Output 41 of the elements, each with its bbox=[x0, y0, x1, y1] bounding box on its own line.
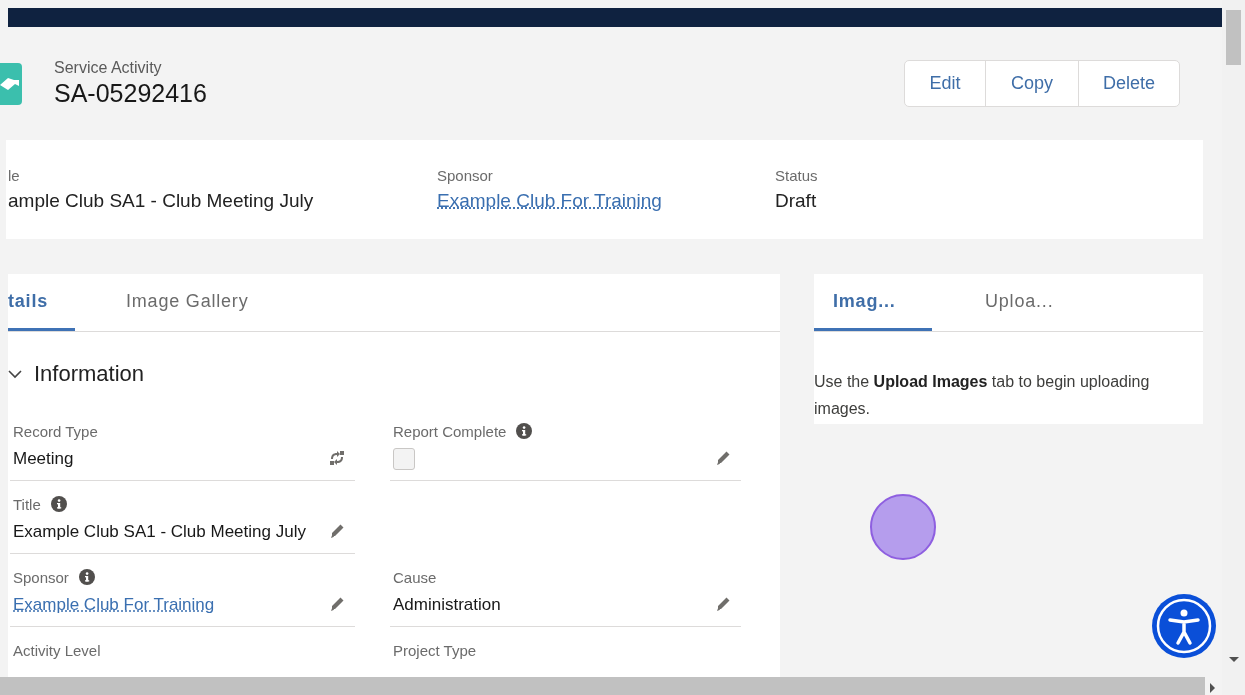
field-label: Record Type bbox=[13, 422, 98, 440]
sponsor-link[interactable]: Example Club For Training bbox=[13, 591, 215, 619]
field-label: Sponsor bbox=[13, 568, 69, 586]
pencil-icon[interactable] bbox=[715, 450, 731, 466]
action-button[interactable]: Copy bbox=[985, 61, 1078, 106]
action-button[interactable]: Edit bbox=[905, 61, 985, 106]
field-value: Meeting bbox=[13, 448, 74, 470]
field-label: Cause bbox=[393, 568, 437, 586]
section-title[interactable]: Information bbox=[34, 361, 145, 387]
horizontal-scrollbar[interactable] bbox=[0, 677, 1205, 695]
pencil-icon[interactable] bbox=[329, 596, 345, 612]
field-label: Activity Level bbox=[13, 641, 101, 659]
field-label: Title bbox=[13, 495, 41, 513]
checkbox[interactable] bbox=[393, 448, 415, 470]
field-label: Report Complete bbox=[393, 422, 507, 440]
tab[interactable]: Imag... bbox=[814, 274, 932, 331]
chevron-icon[interactable] bbox=[8, 367, 22, 381]
accessibility-icon[interactable] bbox=[1152, 594, 1216, 658]
info-message: Use the Upload Images tab to begin uploading images. bbox=[814, 372, 1151, 419]
field-label: Project Type bbox=[393, 641, 477, 659]
pencil-icon[interactable] bbox=[329, 523, 345, 539]
tab[interactable]: Uploa... bbox=[966, 274, 1084, 331]
info-icon[interactable] bbox=[78, 569, 95, 585]
change-record-type-icon[interactable] bbox=[329, 450, 345, 466]
tab[interactable]: Image Gallery bbox=[126, 274, 326, 331]
action-button[interactable]: Delete bbox=[1078, 61, 1179, 106]
highlight-value: ample Club SA1 - Club Meeting July bbox=[8, 190, 315, 212]
tab[interactable]: tails bbox=[8, 274, 75, 331]
sponsor-link[interactable]: Example Club For Training bbox=[437, 190, 662, 211]
highlight-label: le bbox=[8, 167, 21, 184]
highlight-label: Sponsor bbox=[437, 167, 494, 184]
pencil-icon[interactable] bbox=[715, 596, 731, 612]
info-icon[interactable] bbox=[516, 423, 533, 439]
field-value: Administration bbox=[393, 594, 501, 616]
highlight-value: Draft bbox=[775, 190, 818, 212]
highlight-label: Status bbox=[775, 167, 819, 184]
object-type-label: Service Activity bbox=[54, 59, 163, 77]
info-icon[interactable] bbox=[50, 496, 67, 512]
scroll-right-icon[interactable] bbox=[1210, 683, 1215, 693]
record-name: SA-05292416 bbox=[54, 79, 207, 108]
field-value: Example Club SA1 - Club Meeting July bbox=[13, 521, 306, 543]
